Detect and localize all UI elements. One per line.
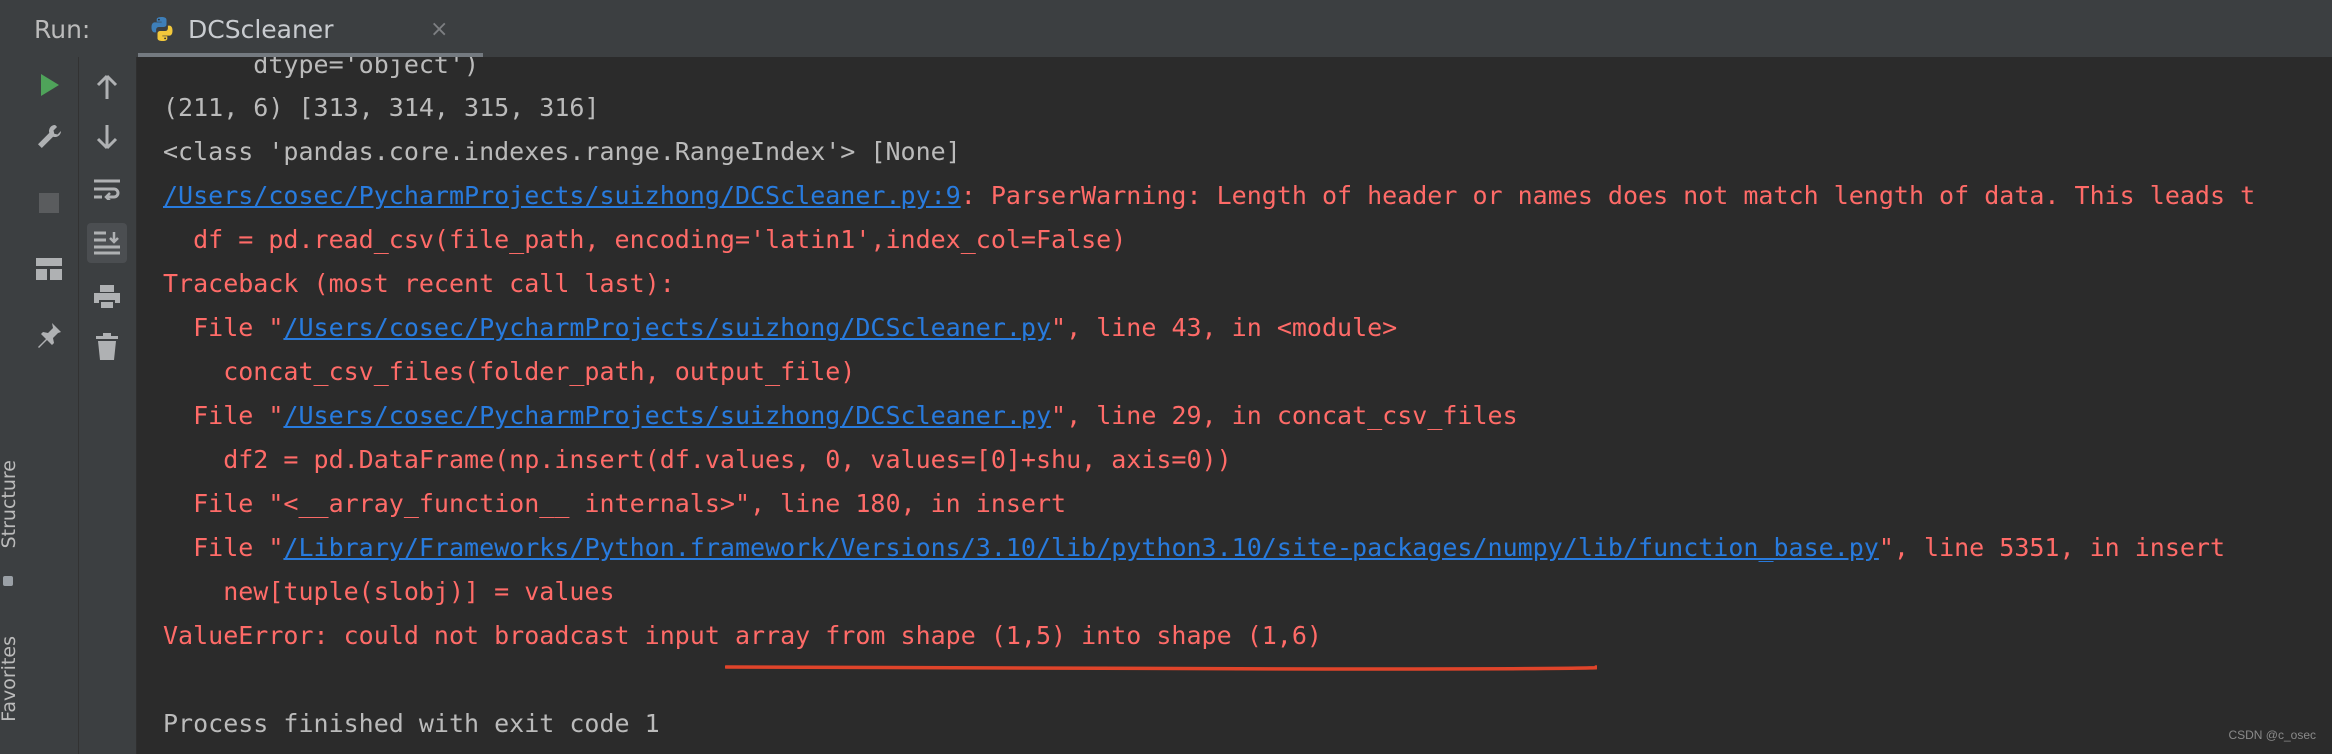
- layout-icon[interactable]: [29, 249, 69, 289]
- favorites-tab-label: Favorites: [0, 636, 20, 722]
- rerun-icon[interactable]: [29, 65, 69, 105]
- frame-prefix: File ": [163, 533, 284, 562]
- scroll-to-end-icon[interactable]: [87, 223, 127, 263]
- console-line: (211, 6) [313, 314, 315, 316]: [163, 93, 600, 122]
- favorites-tab[interactable]: Favorites: [0, 636, 20, 722]
- run-tab-dcscleaner[interactable]: DCScleaner ×: [128, 0, 483, 57]
- close-icon[interactable]: ×: [430, 17, 448, 42]
- arrow-up-icon[interactable]: [87, 67, 127, 107]
- run-label: Run:: [34, 15, 91, 44]
- console-line: concat_csv_files(folder_path, output_fil…: [163, 357, 856, 386]
- stop-icon[interactable]: [29, 183, 69, 223]
- console-line: <class 'pandas.core.indexes.range.RangeI…: [163, 137, 961, 166]
- console-line: dtype='object'): [163, 57, 480, 79]
- frame-suffix: ", line 5351, in insert: [1878, 533, 2226, 562]
- console-line: File "<__array_function__ internals>", l…: [163, 489, 1067, 518]
- trash-icon[interactable]: [87, 327, 127, 367]
- traceback-frame: File "/Users/cosec/PycharmProjects/suizh…: [163, 313, 1397, 343]
- file-link[interactable]: /Library/Frameworks/Python.framework/Ver…: [283, 533, 1878, 562]
- print-icon[interactable]: [87, 277, 127, 317]
- console-line-warning: /Users/cosec/PycharmProjects/suizhong/DC…: [163, 181, 2255, 211]
- console-output[interactable]: dtype='object') (211, 6) [313, 314, 315,…: [137, 57, 2332, 754]
- console-line: df = pd.read_csv(file_path, encoding='la…: [163, 225, 1127, 254]
- file-link[interactable]: /Users/cosec/PycharmProjects/suizhong/DC…: [283, 401, 1051, 430]
- tool-window-strip: Structure Favorites: [0, 0, 21, 754]
- warning-text: : ParserWarning: Length of header or nam…: [960, 181, 2256, 210]
- frame-suffix: ", line 43, in <module>: [1051, 313, 1398, 342]
- console-line: df2 = pd.DataFrame(np.insert(df.values, …: [163, 445, 1232, 474]
- watermark: CSDN @c_osec: [2228, 728, 2316, 742]
- frame-prefix: File ": [163, 401, 284, 430]
- run-tab-title: DCScleaner: [188, 15, 334, 44]
- frame-suffix: ", line 29, in concat_csv_files: [1051, 401, 1518, 430]
- annotation-underline: [725, 665, 1597, 671]
- file-link[interactable]: /Users/cosec/PycharmProjects/suizhong/DC…: [283, 313, 1051, 342]
- file-link[interactable]: /Users/cosec/PycharmProjects/suizhong/DC…: [163, 181, 961, 210]
- structure-icon: [3, 576, 13, 586]
- traceback-frame: File "/Users/cosec/PycharmProjects/suizh…: [163, 401, 1518, 431]
- structure-tab[interactable]: Structure: [0, 460, 20, 548]
- soft-wrap-icon[interactable]: [87, 169, 127, 209]
- process-exit-line: Process finished with exit code 1: [163, 709, 660, 738]
- arrow-down-icon[interactable]: [87, 117, 127, 157]
- run-toolbar-primary: [20, 57, 79, 754]
- frame-prefix: File ": [163, 313, 284, 342]
- error-message: ValueError: could not broadcast input ar…: [163, 621, 1322, 650]
- traceback-frame: File "/Library/Frameworks/Python.framewo…: [163, 533, 2225, 563]
- pin-icon[interactable]: [29, 315, 69, 355]
- wrench-icon[interactable]: [29, 117, 69, 157]
- run-tool-window-header: Run: DCScleaner ×: [20, 0, 2332, 58]
- run-toolbar-secondary: [79, 57, 137, 754]
- structure-tab-label: Structure: [0, 460, 20, 549]
- console-line: Traceback (most recent call last):: [163, 269, 675, 298]
- console-line: new[tuple(slobj)] = values: [163, 577, 615, 606]
- python-icon: [151, 17, 173, 41]
